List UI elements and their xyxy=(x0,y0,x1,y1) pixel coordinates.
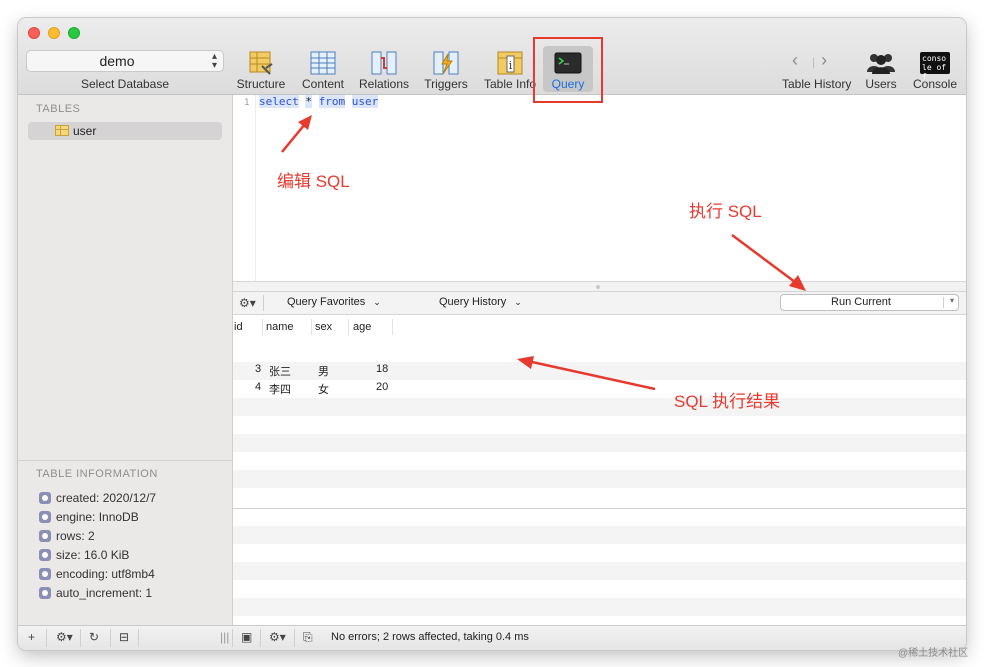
annotation-result: SQL 执行结果 xyxy=(674,392,781,411)
annotation-edit-sql: 编辑 SQL xyxy=(277,172,350,191)
annotation-arrows xyxy=(281,115,806,391)
arrow-edit-sql xyxy=(281,115,312,153)
annotation-run-sql: 执行 SQL xyxy=(689,202,762,221)
arrow-run-sql xyxy=(731,233,806,291)
arrow-result xyxy=(517,356,656,391)
